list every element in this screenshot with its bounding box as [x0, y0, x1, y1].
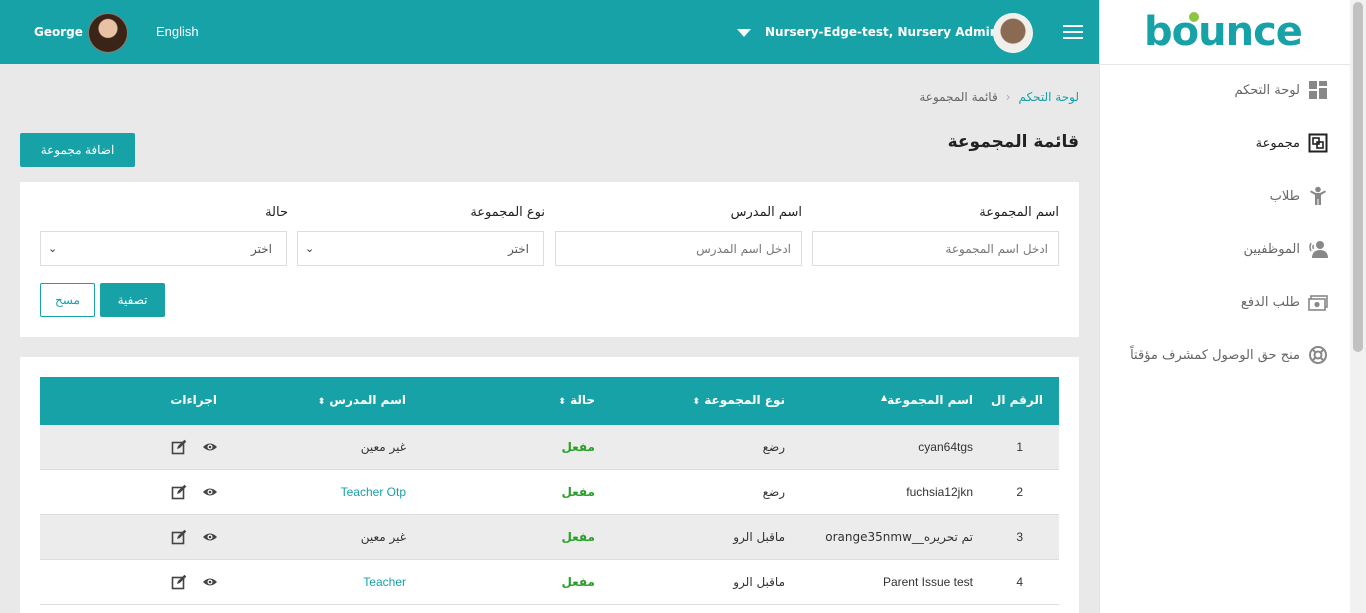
- col-group-name: اسم المجموعة: [887, 393, 973, 407]
- sidebar-item-group[interactable]: مجموعة: [1256, 133, 1328, 153]
- group-name-input[interactable]: [812, 231, 1059, 266]
- col-status: حالة: [570, 393, 595, 407]
- row-group-name: cyan64tgs: [918, 440, 973, 454]
- row-status: مفعل: [561, 485, 595, 499]
- col-teacher: اسم المدرس: [329, 393, 406, 407]
- group-type-select[interactable]: اختر ⌄: [297, 231, 544, 266]
- org-avatar[interactable]: [993, 13, 1033, 53]
- breadcrumb-current: قائمة المجموعة: [919, 90, 998, 104]
- lifebuoy-icon: [1308, 345, 1328, 365]
- view-icon[interactable]: [202, 574, 218, 590]
- table-header: الرقم ال اسم المجموعة▲ نوع المجموعة ⬍ حا…: [40, 377, 1059, 425]
- row-group-type: رضع: [762, 440, 785, 454]
- row-number: 3: [1016, 530, 1023, 544]
- teacher-name-input[interactable]: [555, 231, 802, 266]
- chevron-down-icon[interactable]: [737, 29, 751, 37]
- user-name[interactable]: George: [34, 25, 83, 39]
- row-number: 1: [1016, 440, 1023, 454]
- breadcrumb-home[interactable]: لوحة التحكم: [1019, 90, 1080, 104]
- sidebar: bounce لوحة التحكم مجموعة طلاب الموظفيين…: [1099, 0, 1351, 613]
- filter-panel: اسم المجموعة اسم المدرس نوع المجموعة اخت…: [20, 182, 1079, 337]
- sidebar-item-dashboard[interactable]: لوحة التحكم: [1234, 80, 1328, 100]
- payment-icon: [1308, 292, 1328, 312]
- status-label: حالة: [265, 205, 288, 220]
- chevron-left-icon: ‹: [1005, 90, 1011, 104]
- col-teacher-sort[interactable]: اسم المدرس ⬍: [318, 393, 406, 407]
- row-group-name: orange35nmw__تم تحريره: [825, 530, 973, 544]
- sidebar-item-students[interactable]: طلاب: [1270, 186, 1328, 206]
- menu-icon[interactable]: [1063, 25, 1083, 39]
- col-group-type: نوع المجموعة: [704, 393, 785, 407]
- col-group-type-sort[interactable]: نوع المجموعة ⬍: [693, 393, 786, 407]
- table-row: 4 Parent Issue test ماقبل الرو مفعل Teac…: [40, 560, 1059, 605]
- page-title: قائمة المجموعة: [947, 132, 1079, 152]
- chevron-down-icon: ⌄: [305, 242, 315, 255]
- view-icon[interactable]: [202, 439, 218, 455]
- dashboard-icon: [1308, 80, 1328, 100]
- top-bar: George English Nursery-Edge-test, Nurser…: [0, 0, 1099, 64]
- row-teacher: غير معين: [360, 440, 406, 454]
- table-row: 1 cyan64tgs رضع مفعل غير معين: [40, 425, 1059, 470]
- row-teacher-link[interactable]: Teacher: [363, 575, 406, 589]
- breadcrumb: لوحة التحكم ‹ قائمة المجموعة: [919, 90, 1079, 104]
- clear-button[interactable]: مسح: [40, 283, 95, 317]
- language-switch[interactable]: English: [156, 24, 199, 39]
- user-avatar[interactable]: [88, 13, 128, 53]
- student-icon: [1308, 186, 1328, 206]
- table-row: 2 fuchsia12jkn رضع مفعل Teacher Otp: [40, 470, 1059, 515]
- teacher-name-label: اسم المدرس: [730, 205, 802, 220]
- row-group-type: ماقبل الرو: [733, 575, 785, 589]
- sort-icon: ⬍: [317, 397, 326, 407]
- row-teacher-link[interactable]: Teacher Otp: [341, 485, 406, 499]
- view-icon[interactable]: [202, 484, 218, 500]
- group-name-label: اسم المجموعة: [979, 205, 1059, 220]
- col-number[interactable]: الرقم ال: [991, 393, 1043, 407]
- table-row: 3 orange35nmw__تم تحريره ماقبل الرو مفعل…: [40, 515, 1059, 560]
- sidebar-item-payment[interactable]: طلب الدفع: [1241, 292, 1328, 312]
- row-teacher: غير معين: [360, 530, 406, 544]
- sidebar-divider: [1100, 64, 1351, 65]
- row-status: مفعل: [561, 530, 595, 544]
- staff-icon: [1308, 239, 1328, 259]
- chevron-down-icon: ⌄: [48, 242, 58, 255]
- col-group-name-sort[interactable]: اسم المجموعة▲: [881, 393, 973, 407]
- col-actions: اجراءات: [170, 393, 217, 407]
- status-value: اختر: [251, 242, 272, 256]
- add-group-button[interactable]: اضافة مجموعة: [20, 133, 135, 167]
- row-status: مفعل: [561, 440, 595, 454]
- row-number: 4: [1016, 575, 1023, 589]
- group-type-label: نوع المجموعة: [470, 205, 545, 220]
- group-type-value: اختر: [508, 242, 529, 256]
- edit-icon[interactable]: [171, 574, 187, 590]
- row-number: 2: [1016, 485, 1023, 499]
- groups-table-card: الرقم ال اسم المجموعة▲ نوع المجموعة ⬍ حا…: [20, 357, 1079, 613]
- row-group-type: رضع: [762, 485, 785, 499]
- row-group-name: fuchsia12jkn: [906, 485, 973, 499]
- org-label[interactable]: Nursery-Edge-test, Nursery Admin: [765, 25, 998, 39]
- row-group-name: Parent Issue test: [882, 575, 973, 589]
- sort-icon: ⬍: [558, 397, 566, 407]
- group-icon: [1308, 133, 1328, 153]
- scrollbar-thumb[interactable]: [1353, 2, 1363, 352]
- row-group-type: ماقبل الرو: [733, 530, 785, 544]
- status-select[interactable]: اختر ⌄: [40, 231, 287, 266]
- col-status-sort[interactable]: حالة ⬍: [558, 393, 595, 407]
- edit-icon[interactable]: [171, 529, 187, 545]
- edit-icon[interactable]: [171, 439, 187, 455]
- bounce-logo[interactable]: bounce: [1144, 8, 1308, 56]
- row-status: مفعل: [561, 575, 595, 589]
- edit-icon[interactable]: [171, 484, 187, 500]
- page-scrollbar[interactable]: [1350, 0, 1366, 613]
- sidebar-item-staff[interactable]: الموظفيين: [1244, 239, 1328, 259]
- view-icon[interactable]: [202, 529, 218, 545]
- logo-dot: [1189, 12, 1199, 22]
- filter-button[interactable]: تصفية: [100, 283, 165, 317]
- sort-icon: ⬍: [692, 397, 701, 407]
- sidebar-item-temp-access[interactable]: منح حق الوصول كمشرف مؤقتاً: [1130, 345, 1328, 365]
